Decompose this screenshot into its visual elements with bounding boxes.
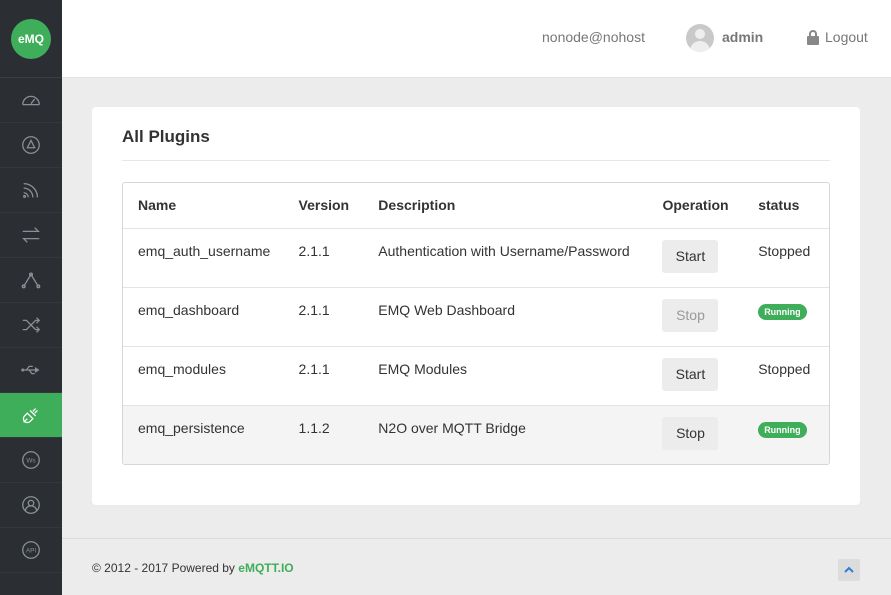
column-header-name: Name xyxy=(138,197,177,213)
plugins-table: Name Version Description Operation statu… xyxy=(122,182,830,465)
sidebar-item-subscriptions[interactable] xyxy=(0,348,62,393)
logout-button[interactable]: Logout xyxy=(806,29,868,45)
plugin-name: emq_modules xyxy=(138,361,226,377)
overview-icon xyxy=(22,136,40,154)
sidebar: eMQ Ws API xyxy=(0,0,62,595)
sidebar-item-websocket[interactable]: Ws xyxy=(0,438,62,483)
operation-cell: Start xyxy=(662,229,758,287)
table-row: emq_modules 2.1.1 EMQ Modules Start Stop… xyxy=(123,346,829,405)
status-badge: Running xyxy=(758,304,807,320)
table-row: emq_auth_username 2.1.1 Authentication w… xyxy=(123,228,829,287)
svg-text:Ws: Ws xyxy=(26,457,35,464)
api-icon: API xyxy=(22,541,40,559)
column-header-operation: Operation xyxy=(662,197,729,213)
stop-button[interactable]: Stop xyxy=(662,417,719,450)
websocket-icon: Ws xyxy=(22,451,40,469)
table-row: emq_persistence 1.1.2 N2O over MQTT Brid… xyxy=(123,405,829,464)
status-cell: Running xyxy=(758,406,829,464)
footer: © 2012 - 2017 Powered by eMQTT.IO xyxy=(62,538,891,595)
top-header: nonode@nohost admin Logout xyxy=(62,0,891,78)
table-row: emq_dashboard 2.1.1 EMQ Web Dashboard St… xyxy=(123,287,829,346)
column-header-status: status xyxy=(758,197,800,213)
status-text: Stopped xyxy=(758,361,811,377)
plugin-description: N2O over MQTT Bridge xyxy=(378,420,526,436)
sidebar-item-dashboard[interactable] xyxy=(0,78,62,123)
plugin-version: 1.1.2 xyxy=(298,420,330,436)
svg-text:API: API xyxy=(26,547,37,554)
status-text: Stopped xyxy=(758,243,811,259)
page-title: All Plugins xyxy=(122,127,210,146)
operation-cell: Stop xyxy=(662,406,758,464)
stop-button[interactable]: Stop xyxy=(662,299,719,332)
sidebar-item-plugins[interactable] xyxy=(0,393,62,438)
network-icon xyxy=(21,272,41,289)
sidebar-item-users[interactable] xyxy=(0,483,62,528)
dashboard-icon xyxy=(22,95,40,106)
copyright: © 2012 - 2017 Powered by eMQTT.IO xyxy=(92,561,294,575)
sidebar-item-clients[interactable] xyxy=(0,168,62,213)
plugin-version: 2.1.1 xyxy=(298,243,330,259)
usb-icon xyxy=(21,365,40,375)
operation-cell: Start xyxy=(662,347,758,405)
plug-icon xyxy=(22,408,38,424)
column-header-version: Version xyxy=(298,197,350,213)
logo-area: eMQ xyxy=(0,0,62,78)
status-badge: Running xyxy=(758,422,807,438)
rss-icon xyxy=(23,182,39,198)
plugin-version: 2.1.1 xyxy=(298,361,330,377)
column-header-description: Description xyxy=(378,197,456,213)
start-button[interactable]: Start xyxy=(662,240,719,273)
plugin-name: emq_auth_username xyxy=(138,243,271,259)
sidebar-item-api[interactable]: API xyxy=(0,528,62,573)
username[interactable]: admin xyxy=(722,29,763,45)
status-cell: Running xyxy=(758,288,829,346)
plugins-panel: All Plugins Name Version Description Ope… xyxy=(92,107,860,505)
emq-logo[interactable]: eMQ xyxy=(11,18,51,59)
start-button[interactable]: Start xyxy=(662,358,719,391)
plugin-description: EMQ Modules xyxy=(378,361,467,377)
sidebar-item-routes[interactable] xyxy=(0,303,62,348)
lock-icon xyxy=(806,29,820,45)
sidebar-nav: Ws API xyxy=(0,78,62,573)
logout-label: Logout xyxy=(825,29,868,45)
sidebar-item-overview[interactable] xyxy=(0,123,62,168)
title-divider xyxy=(122,160,830,161)
copyright-text: © 2012 - 2017 Powered by xyxy=(92,561,235,575)
chevron-up-icon xyxy=(844,566,854,573)
avatar[interactable] xyxy=(686,24,714,52)
shuffle-icon xyxy=(22,317,41,333)
user-icon xyxy=(22,496,40,514)
transfer-icon xyxy=(22,227,40,243)
brand-link[interactable]: eMQTT.IO xyxy=(238,561,293,575)
scroll-top-button[interactable] xyxy=(838,559,860,581)
node-name: nonode@nohost xyxy=(542,29,645,45)
plugin-name: emq_dashboard xyxy=(138,302,240,318)
sidebar-item-topics[interactable] xyxy=(0,258,62,303)
plugin-name: emq_persistence xyxy=(138,420,245,436)
plugin-description: Authentication with Username/Password xyxy=(378,243,630,259)
operation-cell: Stop xyxy=(662,288,758,346)
plugin-description: EMQ Web Dashboard xyxy=(378,302,515,318)
plugin-version: 2.1.1 xyxy=(298,302,330,318)
sidebar-item-sessions[interactable] xyxy=(0,213,62,258)
table-header-row: Name Version Description Operation statu… xyxy=(123,183,829,228)
